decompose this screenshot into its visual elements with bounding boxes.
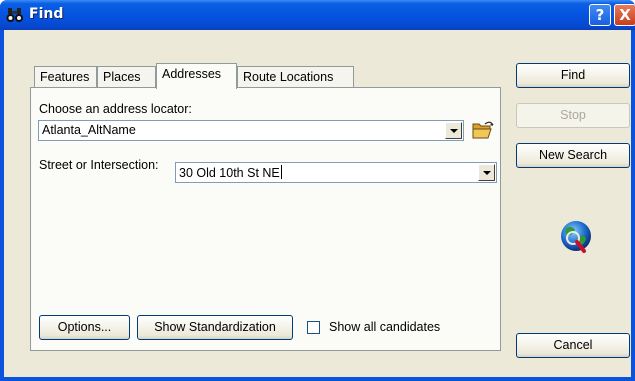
show-all-candidates-label[interactable]: Show all candidates — [329, 320, 440, 334]
show-standardization-button[interactable]: Show Standardization — [137, 315, 293, 340]
street-input[interactable]: 30 Old 10th St NE — [175, 162, 497, 183]
street-label: Street or Intersection: — [39, 158, 159, 172]
new-search-button[interactable]: New Search — [516, 143, 630, 168]
globe-magnifier-icon — [561, 221, 591, 253]
tab-places[interactable]: Places — [97, 66, 156, 88]
binoculars-icon — [6, 8, 23, 22]
open-folder-icon[interactable] — [472, 120, 494, 140]
tab-addresses[interactable]: Addresses — [156, 63, 237, 89]
close-button[interactable]: X — [614, 4, 635, 26]
window-title: Find — [29, 6, 64, 22]
street-value: 30 Old 10th St NE — [179, 166, 280, 180]
addresses-panel: Choose an address locator: Atlanta_AltNa… — [30, 87, 501, 351]
title-bar[interactable]: Find ? X — [0, 0, 635, 30]
find-dialog: Find ? X Features Places Addresses Route… — [0, 0, 635, 381]
tab-route-locations[interactable]: Route Locations — [237, 66, 354, 88]
text-cursor — [280, 165, 282, 179]
address-locator-select[interactable]: Atlanta_AltName — [38, 120, 464, 141]
options-button[interactable]: Options... — [39, 315, 130, 340]
help-button[interactable]: ? — [589, 4, 611, 26]
show-all-candidates-checkbox[interactable] — [307, 321, 320, 334]
cancel-button[interactable]: Cancel — [516, 333, 630, 358]
locator-value: Atlanta_AltName — [42, 123, 136, 137]
locator-label: Choose an address locator: — [39, 102, 192, 116]
find-button[interactable]: Find — [516, 63, 630, 88]
stop-button[interactable]: Stop — [516, 103, 630, 128]
chevron-down-icon[interactable] — [478, 164, 495, 181]
tab-features[interactable]: Features — [34, 66, 97, 88]
window-frame — [0, 377, 635, 381]
chevron-down-icon[interactable] — [445, 122, 462, 139]
